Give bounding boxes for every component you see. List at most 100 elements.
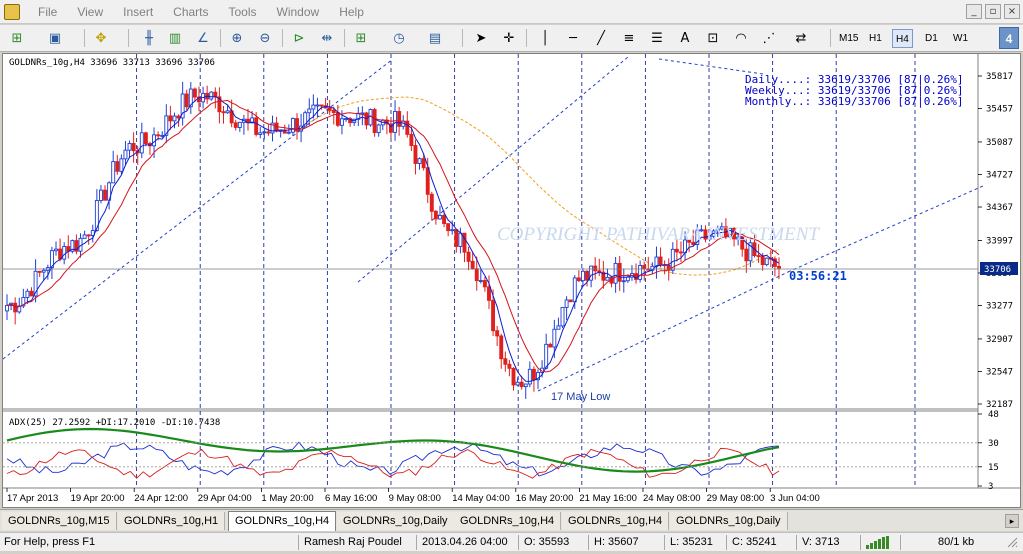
bear-candle [282, 130, 287, 134]
bear-candle [442, 214, 447, 225]
timeframe-h1[interactable]: H1 [866, 29, 885, 48]
bull-candle [638, 265, 643, 280]
zoom-in-icon[interactable]: ⊕ [226, 28, 248, 48]
bear-candle [674, 248, 679, 253]
menu-tools[interactable]: Tools [219, 0, 267, 24]
tab-goldnrs-h4-2[interactable]: GOLDNRs_10g,H4 [454, 512, 562, 530]
bear-candle [576, 277, 581, 282]
bull-candle [654, 256, 659, 267]
menu-insert[interactable]: Insert [113, 0, 163, 24]
arrows-icon[interactable]: ⇄ [790, 28, 812, 48]
bull-candle [5, 305, 9, 312]
tab-goldnrs-h4[interactable]: GOLDNRs_10g,H4 [228, 511, 337, 531]
time-tick-label: 6 May 16:00 [325, 493, 377, 504]
bear-candle [487, 286, 491, 301]
minimize-button[interactable]: _ [966, 4, 982, 19]
menu-help[interactable]: Help [329, 0, 374, 24]
timeframe-h4[interactable]: H4 [892, 29, 913, 48]
profiles-icon[interactable]: ▣ [44, 28, 66, 48]
bull-candle [613, 262, 618, 284]
tabs-scroll-right-icon[interactable]: ▸ [1005, 514, 1019, 528]
bull-candle [237, 121, 242, 128]
bull-candle [160, 134, 165, 137]
fib-arc-icon[interactable]: ◠ [730, 28, 752, 48]
fib-fan-icon[interactable]: ⋰ [758, 28, 780, 48]
bear-candle [156, 134, 161, 137]
status-help: For Help, press F1 [4, 536, 96, 548]
bull-candle [625, 276, 630, 282]
timeframe-d1[interactable]: D1 [922, 29, 941, 48]
bull-candle [544, 343, 549, 369]
bull-candle [417, 158, 422, 164]
bar-chart-icon[interactable]: ╫ [138, 28, 160, 48]
equidistant-channel-icon[interactable]: ≡ [618, 28, 640, 48]
bear-candle [503, 358, 508, 365]
fibonacci-icon[interactable]: ☰ [646, 28, 668, 48]
bull-candle [523, 383, 528, 388]
vertical-line-icon[interactable]: │ [534, 28, 556, 48]
timeframe-w1[interactable]: W1 [950, 29, 971, 48]
bull-candle [315, 104, 320, 107]
time-tick-label: 24 Apr 12:00 [134, 493, 188, 504]
zoom-out-icon[interactable]: ⊖ [254, 28, 276, 48]
bear-candle [462, 232, 467, 253]
price-tick-label: 35817 [986, 72, 1013, 82]
line-chart-icon[interactable]: ∠ [192, 28, 214, 48]
chart-window[interactable]: GOLDNRs_10g,H4 33696 33713 33696 33706 D… [2, 53, 1021, 508]
bull-candle [286, 131, 291, 134]
restore-button[interactable]: ▫ [985, 4, 1001, 19]
toolbar-badge[interactable]: 4 [999, 27, 1019, 49]
adx-tick-label: 3 [988, 482, 993, 492]
bull-candle [764, 257, 769, 266]
bear-candle [319, 104, 324, 107]
bear-candle [233, 122, 238, 128]
auto-scroll-icon[interactable]: ⊳ [288, 28, 310, 48]
templates-icon[interactable]: ▤ [424, 28, 446, 48]
bull-candle [438, 214, 442, 220]
periods-icon[interactable]: ◷ [388, 28, 410, 48]
adx-lines [6, 427, 780, 479]
timeframe-m15[interactable]: M15 [836, 29, 861, 48]
bear-candle [433, 210, 438, 220]
bull-candle [62, 246, 67, 260]
bear-candle [474, 268, 479, 282]
tab-goldnrs-daily[interactable]: GOLDNRs_10g,Daily [337, 512, 455, 530]
menu-file[interactable]: File [28, 0, 67, 24]
new-chart-icon[interactable]: ⊞ [6, 28, 28, 48]
tab-goldnrs-h4-3[interactable]: GOLDNRs_10g,H4 [562, 512, 670, 530]
horizontal-line-icon[interactable]: ─ [562, 28, 584, 48]
chart-shift-icon[interactable]: ⇹ [316, 28, 338, 48]
menu-view[interactable]: View [67, 0, 113, 24]
price-tick-label: 33277 [986, 302, 1013, 312]
bear-candle [176, 115, 181, 119]
navigator-icon[interactable]: ✥ [90, 28, 112, 48]
candlestick-icon[interactable]: ▥ [164, 28, 186, 48]
menu-charts[interactable]: Charts [163, 0, 218, 24]
trendline-icon[interactable]: ╱ [590, 28, 612, 48]
label-tool-icon[interactable]: ⊡ [702, 28, 724, 48]
tab-goldnrs-h1[interactable]: GOLDNRs_10g,H1 [118, 512, 226, 530]
bear-candle [446, 223, 451, 232]
price-tick-label: 32547 [986, 367, 1013, 377]
menu-window[interactable]: Window [267, 0, 330, 24]
cursor-icon[interactable]: ➤ [470, 28, 492, 48]
bull-candle [393, 111, 397, 133]
tab-goldnrs-daily-2[interactable]: GOLDNRs_10g,Daily [670, 512, 788, 530]
text-tool-icon[interactable]: A [674, 28, 696, 48]
bear-candle [454, 229, 459, 247]
bear-candle [531, 368, 536, 381]
bull-candle [572, 277, 577, 303]
bear-candle [115, 161, 120, 172]
price-tick-label: 34367 [986, 203, 1013, 213]
tab-goldnrs-m15[interactable]: GOLDNRs_10g,M15 [2, 512, 117, 530]
bull-candle [515, 381, 520, 386]
crosshair-icon[interactable]: ✛ [498, 28, 520, 48]
bull-candle [119, 158, 124, 172]
copyright-watermark: COPYRIGHT PATHIVARA INVESTMENT [497, 224, 820, 245]
indicators-icon[interactable]: ⊞ [350, 28, 372, 48]
bear-candle [466, 251, 471, 262]
price-chart[interactable]: GOLDNRs_10g,H4 33696 33713 33696 33706 D… [3, 54, 1020, 507]
close-button[interactable]: × [1004, 4, 1020, 19]
bull-candle [98, 189, 103, 201]
time-tick-label: 17 Apr 2013 [7, 493, 58, 504]
